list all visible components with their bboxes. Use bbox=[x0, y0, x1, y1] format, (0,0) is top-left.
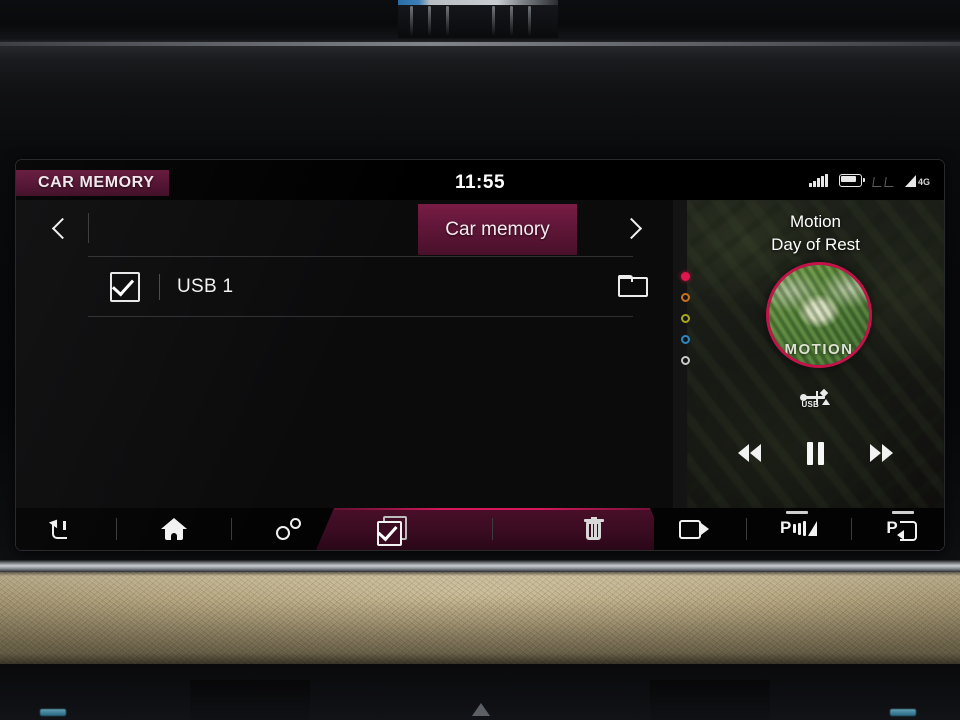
options-icon bbox=[275, 518, 304, 540]
parking-sensor-icon: P bbox=[779, 511, 818, 541]
page-dot[interactable] bbox=[681, 356, 690, 365]
track-artist: Motion bbox=[789, 212, 842, 231]
media-source-indicator: USB bbox=[687, 386, 944, 412]
console-vent bbox=[650, 680, 770, 720]
fast-forward-icon[interactable] bbox=[870, 444, 893, 462]
park-assist-label: P bbox=[886, 518, 898, 537]
toolbar-separator bbox=[851, 518, 853, 540]
leather-dashboard bbox=[0, 572, 960, 664]
signal-bars-icon bbox=[809, 174, 828, 187]
back-button[interactable] bbox=[31, 512, 85, 546]
rewind-icon[interactable] bbox=[738, 444, 761, 462]
network-label: 4G bbox=[917, 177, 930, 187]
tab-car-memory-label: Car memory bbox=[445, 218, 550, 240]
bottom-toolbar: P P bbox=[16, 508, 944, 550]
leather-shading bbox=[0, 572, 960, 664]
options-button[interactable] bbox=[263, 512, 317, 546]
media-player-panel: Motion Day of Rest MOTION USB bbox=[673, 200, 944, 508]
chevron-left-icon bbox=[51, 217, 73, 239]
parking-sensor-label: P bbox=[779, 518, 792, 537]
battery-icon bbox=[838, 174, 865, 187]
list-separator bbox=[88, 316, 633, 317]
infotainment-ui: CAR MEMORY 11:55 4G Car memory USB 1 Mot… bbox=[16, 160, 944, 550]
vent-slat bbox=[428, 6, 431, 36]
status-icon-group: 4G bbox=[809, 174, 930, 187]
previous-page-button[interactable] bbox=[40, 212, 84, 244]
vent-trim-strip bbox=[398, 0, 558, 5]
next-page-button[interactable] bbox=[609, 212, 653, 244]
network-signal-icon: 4G bbox=[904, 175, 930, 187]
toolbar-separator bbox=[491, 518, 493, 540]
network-triangle-icon bbox=[904, 175, 916, 187]
nav-divider bbox=[88, 213, 89, 243]
car-interior-scene: CAR MEMORY 11:55 4G Car memory USB 1 Mot… bbox=[0, 0, 960, 720]
console-indicator-light bbox=[890, 709, 916, 716]
parking-sensor-button[interactable]: P bbox=[772, 511, 826, 546]
center-vent bbox=[398, 0, 558, 38]
toolbar-center-group bbox=[316, 508, 668, 550]
status-bar: CAR MEMORY 11:55 4G bbox=[16, 160, 944, 200]
select-all-button[interactable] bbox=[364, 512, 418, 546]
chevron-right-icon bbox=[620, 217, 642, 239]
row-checkbox[interactable] bbox=[110, 271, 140, 302]
list-item[interactable]: USB 1 bbox=[88, 257, 673, 316]
console-triangle-icon bbox=[472, 703, 490, 716]
seat-sensor-icon bbox=[872, 175, 895, 187]
console-vent bbox=[190, 680, 310, 720]
infotainment-screen: CAR MEMORY 11:55 4G Car memory USB 1 Mot… bbox=[16, 160, 944, 550]
album-art-label: MOTION bbox=[784, 341, 854, 358]
clock: 11:55 bbox=[454, 172, 506, 193]
page-dot[interactable] bbox=[681, 314, 690, 323]
list-item-label: USB 1 bbox=[177, 275, 234, 297]
media-content: Motion Day of Rest MOTION USB bbox=[687, 200, 944, 508]
toolbar-separator bbox=[231, 518, 233, 540]
track-metadata: Motion Day of Rest bbox=[687, 210, 944, 256]
browser-nav-row: Car memory bbox=[16, 200, 673, 256]
home-icon bbox=[160, 518, 187, 540]
camera-icon bbox=[678, 519, 709, 539]
toolbar-right-group: P P bbox=[654, 508, 944, 550]
toolbar-left-group bbox=[16, 508, 332, 550]
pause-icon[interactable] bbox=[807, 441, 824, 465]
back-arrow-icon bbox=[47, 516, 69, 539]
park-assist-icon: P bbox=[886, 511, 922, 541]
delete-trash-icon bbox=[583, 517, 604, 541]
toolbar-separator bbox=[745, 518, 747, 540]
center-console bbox=[0, 664, 960, 720]
toolbar-separator bbox=[115, 518, 117, 540]
page-dot[interactable] bbox=[681, 335, 690, 344]
delete-button[interactable] bbox=[567, 512, 621, 546]
folder-icon[interactable] bbox=[618, 275, 648, 297]
tab-car-memory[interactable]: Car memory bbox=[418, 204, 577, 255]
park-assist-button[interactable]: P bbox=[877, 511, 931, 546]
select-all-icon bbox=[376, 516, 407, 546]
usb-icon: USB bbox=[799, 388, 832, 409]
usb-source-label: USB bbox=[801, 400, 819, 409]
vent-slat bbox=[410, 6, 413, 36]
file-browser-panel: Car memory USB 1 bbox=[16, 200, 673, 508]
track-title: Day of Rest bbox=[771, 235, 860, 254]
vent-slat bbox=[446, 6, 449, 36]
dashboard-upper-panel bbox=[0, 42, 960, 154]
camera-button[interactable] bbox=[667, 512, 721, 546]
vent-slat bbox=[510, 6, 513, 36]
chrome-trim-strip bbox=[0, 560, 960, 572]
page-dot-active[interactable] bbox=[681, 272, 690, 281]
page-indicator-dots[interactable] bbox=[681, 272, 690, 365]
console-indicator-light bbox=[40, 709, 66, 716]
album-art[interactable]: MOTION bbox=[766, 262, 872, 368]
transport-controls bbox=[687, 432, 944, 474]
home-button[interactable] bbox=[147, 512, 201, 546]
page-dot[interactable] bbox=[681, 293, 690, 302]
vent-slat bbox=[492, 6, 495, 36]
row-divider bbox=[159, 273, 160, 300]
vent-slat bbox=[528, 6, 531, 36]
